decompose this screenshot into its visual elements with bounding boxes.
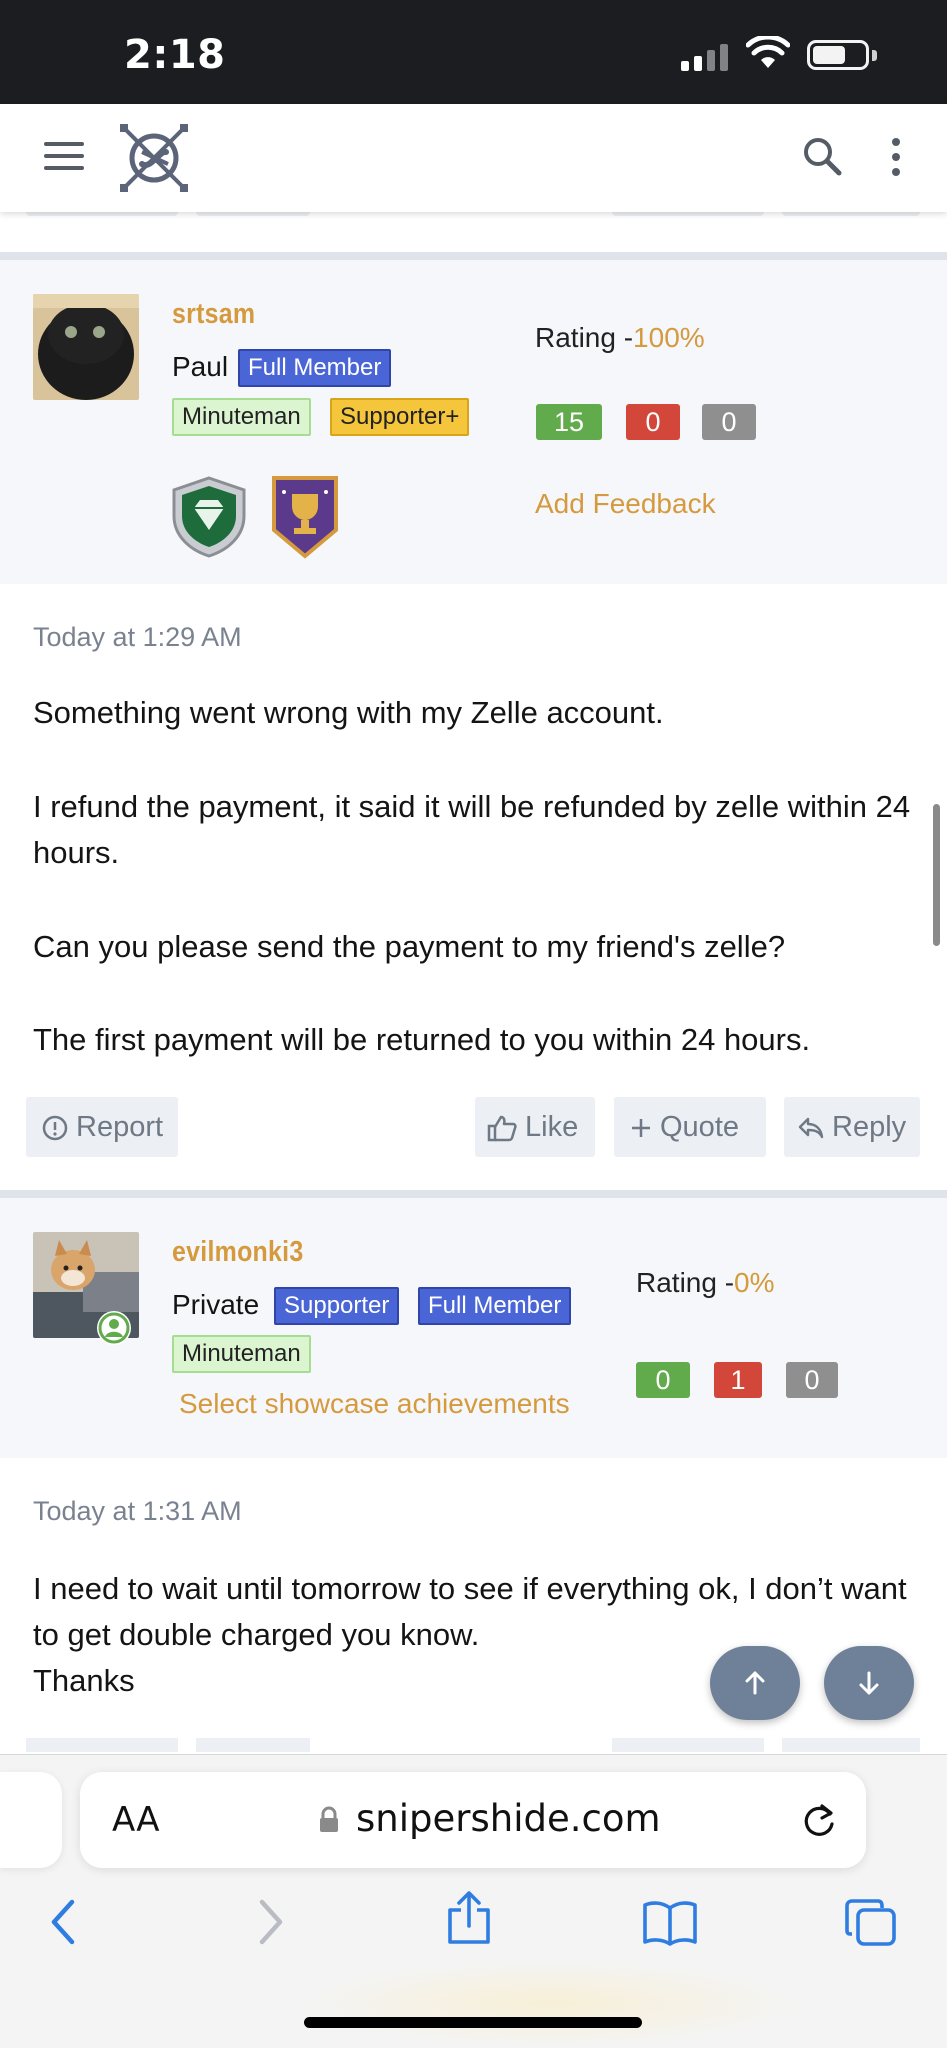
post-date[interactable]: Today at 1:29 AM [33,622,242,653]
scroll-down-button[interactable] [824,1646,914,1720]
bookmarks-icon[interactable] [642,1900,698,1946]
cellular-signal-icon [681,43,731,71]
username[interactable]: evilmonki3 [172,1236,303,1269]
trophy-shield-icon[interactable] [270,472,340,560]
add-feedback-link[interactable]: Add Feedback [535,488,716,520]
status-bar: 2:18 [0,0,947,104]
diamond-shield-icon[interactable] [170,474,248,560]
reload-icon[interactable] [800,1800,838,1840]
plus-icon [632,1119,650,1138]
badge-full-member: Full Member [238,349,392,387]
badge-minuteman: Minuteman [172,398,311,436]
post-paragraph: The first payment will be returned to yo… [33,1022,811,1057]
rating: Rating -0% [636,1267,775,1298]
reply-button[interactable]: Reply [784,1097,920,1157]
scroll-up-button[interactable] [710,1646,800,1720]
previous-tab-preview[interactable] [0,1772,62,1868]
feedback-negative[interactable]: 0 [626,404,680,440]
alert-circle-icon [42,1116,68,1141]
arrow-up-icon [745,1671,765,1695]
post-date[interactable]: Today at 1:31 AM [33,1496,242,1527]
select-showcase-link[interactable]: Select showcase achievements [179,1388,570,1420]
post-paragraph: I refund the payment, it said it will be… [33,789,911,870]
user-title: Paul [172,351,229,382]
feedback-positive[interactable]: 15 [536,404,602,440]
forward-icon[interactable] [254,1898,288,1946]
search-icon[interactable] [800,134,844,178]
url-text[interactable]: snipershide.com [356,1797,661,1840]
badge-supporter: Supporter [274,1287,400,1325]
site-logo-icon[interactable] [116,120,192,196]
hamburger-icon[interactable] [44,142,84,172]
feedback-neutral[interactable]: 0 [702,404,756,440]
post-paragraph: Can you please send the payment to my fr… [33,929,786,964]
status-time: 2:18 [124,32,226,78]
user-title: Private [172,1289,260,1320]
post-paragraph: Something went wrong with my Zelle accou… [33,695,664,730]
feedback-neutral[interactable]: 0 [786,1362,838,1398]
share-icon[interactable] [446,1890,492,1946]
quote-button[interactable]: Quote [614,1097,766,1157]
badge-supporter-plus: Supporter+ [330,398,470,436]
arrow-down-icon [859,1671,879,1695]
like-button[interactable]: Like [475,1097,595,1157]
rating: Rating -100% [535,322,705,353]
online-status-icon [97,1311,131,1345]
badge-minuteman: Minuteman [172,1335,311,1373]
badge-full-member: Full Member [418,1287,572,1325]
home-indicator [304,2017,642,2028]
feedback-positive[interactable]: 0 [636,1362,690,1398]
lock-icon [320,1806,338,1832]
username[interactable]: srtsam [172,298,255,331]
avatar[interactable] [33,294,139,400]
more-options-icon[interactable] [886,138,906,178]
feedback-negative[interactable]: 1 [714,1362,762,1398]
report-button[interactable]: Report [26,1097,178,1157]
back-icon[interactable] [46,1898,80,1946]
wifi-icon [746,36,790,68]
post-paragraph: I need to wait until tomorrow to see if … [33,1571,907,1652]
tabs-icon[interactable] [844,1898,898,1948]
thumbs-up-icon [487,1116,517,1142]
battery-icon [807,40,869,70]
scrollbar[interactable] [933,804,940,946]
reply-arrow-icon [798,1118,824,1139]
post-user-block [0,260,947,584]
text-size-button[interactable]: AA [112,1800,159,1840]
